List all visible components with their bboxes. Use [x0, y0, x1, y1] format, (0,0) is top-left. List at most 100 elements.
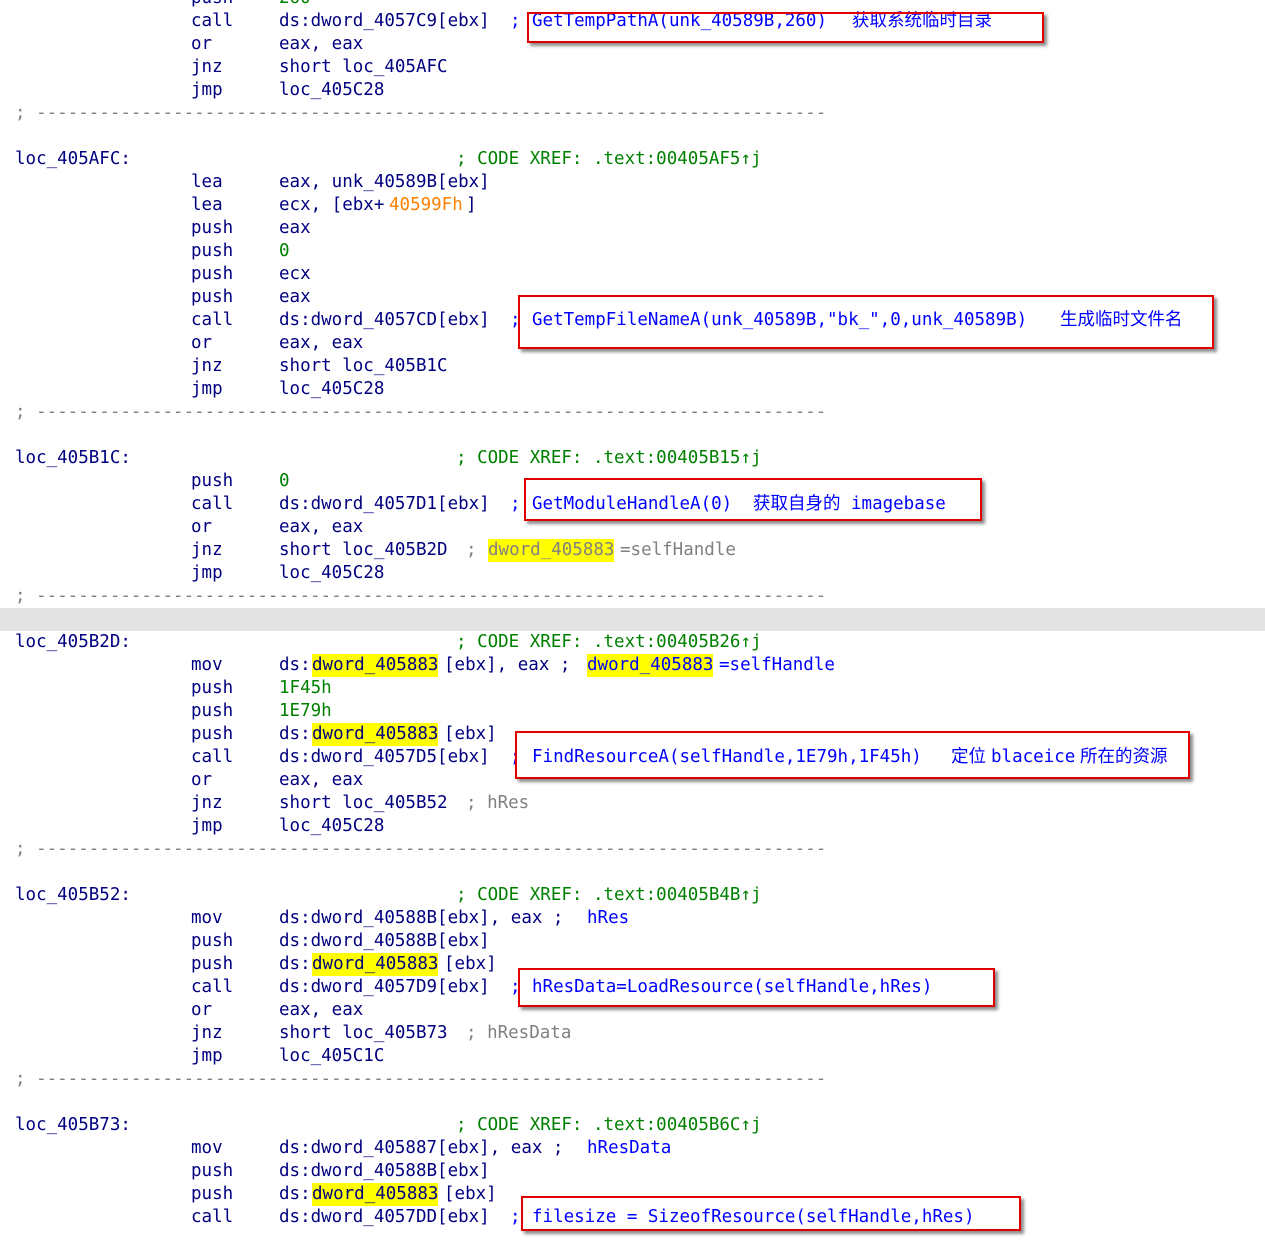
- comment-semicolon: ;: [510, 747, 521, 767]
- code-line[interactable]: or eax, eax: [0, 769, 363, 792]
- code-label[interactable]: loc_405B1C:: [15, 447, 131, 470]
- code-line[interactable]: or eax, eax: [0, 33, 363, 56]
- code-line[interactable]: push 260: [0, 0, 311, 10]
- mnemonic: jmp: [191, 379, 223, 399]
- xref-comment[interactable]: ; CODE XREF: .text:00405B15↑j: [456, 447, 762, 470]
- comment-semicolon: ;: [510, 310, 521, 330]
- highlighted-symbol[interactable]: dword_405883: [488, 539, 615, 562]
- operand[interactable]: short loc_405AFC: [279, 56, 448, 79]
- code-line[interactable]: loc_405B52: ; CODE XREF: .text:00405B4B↑…: [0, 884, 762, 907]
- operand[interactable]: loc_405C1C: [279, 1045, 384, 1068]
- code-label[interactable]: loc_405B2D:: [15, 631, 131, 654]
- code-line[interactable]: push eax: [0, 217, 311, 240]
- code-line[interactable]: mov ds:dword_405887[ebx], eax ; hResData: [0, 1137, 671, 1160]
- mnemonic: push: [191, 724, 234, 744]
- code-line[interactable]: loc_405B73: ; CODE XREF: .text:00405B6C↑…: [0, 1114, 762, 1137]
- operand[interactable]: loc_405C28: [279, 562, 384, 585]
- separator-line: ; --------------------------------------…: [0, 585, 826, 608]
- highlighted-symbol[interactable]: dword_405883: [587, 654, 714, 677]
- operand: eax, eax: [279, 517, 364, 537]
- code-line[interactable]: push ecx: [0, 263, 311, 286]
- disassembly-view[interactable]: push 260 call ds:dword_4057C9[ebx] ; Get…: [0, 0, 1265, 1240]
- code-line[interactable]: jmp loc_405C28: [0, 562, 384, 585]
- highlighted-symbol[interactable]: dword_405883: [312, 1183, 439, 1206]
- code-line[interactable]: call ds:dword_4057C9[ebx] ; GetTempPathA…: [0, 10, 992, 33]
- operand[interactable]: short loc_405B1C: [279, 355, 448, 378]
- code-line[interactable]: or eax, eax: [0, 516, 363, 539]
- separator: ; --------------------------------------…: [15, 839, 827, 859]
- mnemonic: push: [191, 678, 234, 698]
- operand: ds:dword_4057CD[ebx]: [279, 310, 490, 330]
- code-line[interactable]: call ds:dword_4057DD[ebx] ; filesize = S…: [0, 1206, 975, 1229]
- code-line[interactable]: loc_405AFC: ; CODE XREF: .text:00405AF5↑…: [0, 148, 762, 171]
- operand[interactable]: short loc_405B52: [279, 792, 448, 815]
- operand-suffix: [ebx]: [444, 724, 497, 744]
- xref-comment[interactable]: ; CODE XREF: .text:00405AF5↑j: [456, 148, 762, 171]
- code-line[interactable]: push 1F45h: [0, 677, 332, 700]
- mnemonic: lea: [191, 172, 223, 192]
- operand: ds:dword_4057D9[ebx]: [279, 977, 490, 997]
- code-line[interactable]: push ds: dword_405883 [ebx]: [0, 953, 497, 976]
- code-line[interactable]: loc_405B1C: ; CODE XREF: .text:00405B15↑…: [0, 447, 762, 470]
- mnemonic: push: [191, 931, 234, 951]
- code-line[interactable]: jmp loc_405C28: [0, 378, 384, 401]
- operand[interactable]: loc_405C28: [279, 815, 384, 838]
- code-line[interactable]: jnz short loc_405B1C: [0, 355, 448, 378]
- code-label[interactable]: loc_405B52:: [15, 884, 131, 907]
- api-comment: GetModuleHandleA(0): [532, 494, 733, 514]
- operand: eax, eax: [279, 333, 364, 353]
- mnemonic: jnz: [191, 540, 223, 560]
- code-line[interactable]: call ds:dword_4057CD[ebx] ; GetTempFileN…: [0, 309, 1183, 332]
- code-line[interactable]: call ds:dword_4057D9[ebx] ; hResData=Loa…: [0, 976, 932, 999]
- code-line[interactable]: push eax: [0, 286, 311, 309]
- operand[interactable]: short loc_405B2D: [279, 539, 448, 562]
- mnemonic: call: [191, 11, 234, 31]
- code-line[interactable]: push ds:dword_40588B[ebx]: [0, 1160, 490, 1183]
- mnemonic: push: [191, 264, 234, 284]
- code-label[interactable]: loc_405AFC:: [15, 148, 131, 171]
- comment-text: hRes: [587, 908, 630, 928]
- operand[interactable]: loc_405C28: [279, 378, 384, 401]
- code-line[interactable]: or eax, eax: [0, 332, 363, 355]
- separator: ; --------------------------------------…: [15, 402, 827, 422]
- code-line[interactable]: jmp loc_405C28: [0, 79, 384, 102]
- code-line[interactable]: push ds: dword_405883 [ebx]: [0, 1183, 497, 1206]
- code-line[interactable]: call ds:dword_4057D5[ebx] ; FindResource…: [0, 746, 1168, 769]
- code-line[interactable]: push ds: dword_405883 [ebx]: [0, 723, 497, 746]
- comment-semicolon: ;: [510, 494, 521, 514]
- code-label[interactable]: loc_405B73:: [15, 1114, 131, 1137]
- code-line[interactable]: mov ds: dword_405883 [ebx], eax ; dword_…: [0, 654, 835, 677]
- xref-comment[interactable]: ; CODE XREF: .text:00405B26↑j: [456, 631, 762, 654]
- xref-comment[interactable]: ; CODE XREF: .text:00405B4B↑j: [456, 884, 762, 907]
- code-line[interactable]: or eax, eax: [0, 999, 363, 1022]
- code-line[interactable]: push 1E79h: [0, 700, 332, 723]
- code-line[interactable]: jmp loc_405C28: [0, 815, 384, 838]
- operand: eax, eax: [279, 34, 364, 54]
- code-line[interactable]: jnz short loc_405B73 ; hResData: [0, 1022, 571, 1045]
- operand: 0: [279, 241, 290, 261]
- code-line[interactable]: jnz short loc_405B2D ; dword_405883 =sel…: [0, 539, 736, 562]
- mnemonic: jmp: [191, 816, 223, 836]
- xref-comment[interactable]: ; CODE XREF: .text:00405B6C↑j: [456, 1114, 762, 1137]
- operand: 0: [279, 471, 290, 491]
- code-line[interactable]: mov ds:dword_40588B[ebx], eax ; hRes: [0, 907, 629, 930]
- code-line[interactable]: call ds:dword_4057D1[ebx] ; GetModuleHan…: [0, 493, 946, 516]
- code-line[interactable]: jmp loc_405C1C: [0, 1045, 384, 1068]
- operand: eax, unk_40589B[ebx]: [279, 172, 490, 192]
- mnemonic: call: [191, 310, 234, 330]
- code-line[interactable]: jnz short loc_405B52 ; hRes: [0, 792, 529, 815]
- code-line[interactable]: loc_405B2D: ; CODE XREF: .text:00405B26↑…: [0, 631, 762, 654]
- separator: ; --------------------------------------…: [15, 103, 827, 123]
- code-line[interactable]: lea eax, unk_40589B[ebx]: [0, 171, 490, 194]
- highlighted-symbol[interactable]: dword_405883: [312, 723, 439, 746]
- code-line[interactable]: push ds:dword_40588B[ebx]: [0, 930, 490, 953]
- code-line[interactable]: push 0: [0, 240, 290, 263]
- code-line[interactable]: lea ecx, [ebx+ 40599Fh ]: [0, 194, 477, 217]
- operand[interactable]: loc_405C28: [279, 79, 384, 102]
- highlighted-symbol[interactable]: dword_405883: [312, 654, 439, 677]
- highlighted-symbol[interactable]: dword_405883: [312, 953, 439, 976]
- code-line[interactable]: push 0: [0, 470, 290, 493]
- code-line[interactable]: jnz short loc_405AFC: [0, 56, 448, 79]
- operand[interactable]: short loc_405B73: [279, 1022, 448, 1045]
- operand-prefix: ds:: [279, 954, 311, 974]
